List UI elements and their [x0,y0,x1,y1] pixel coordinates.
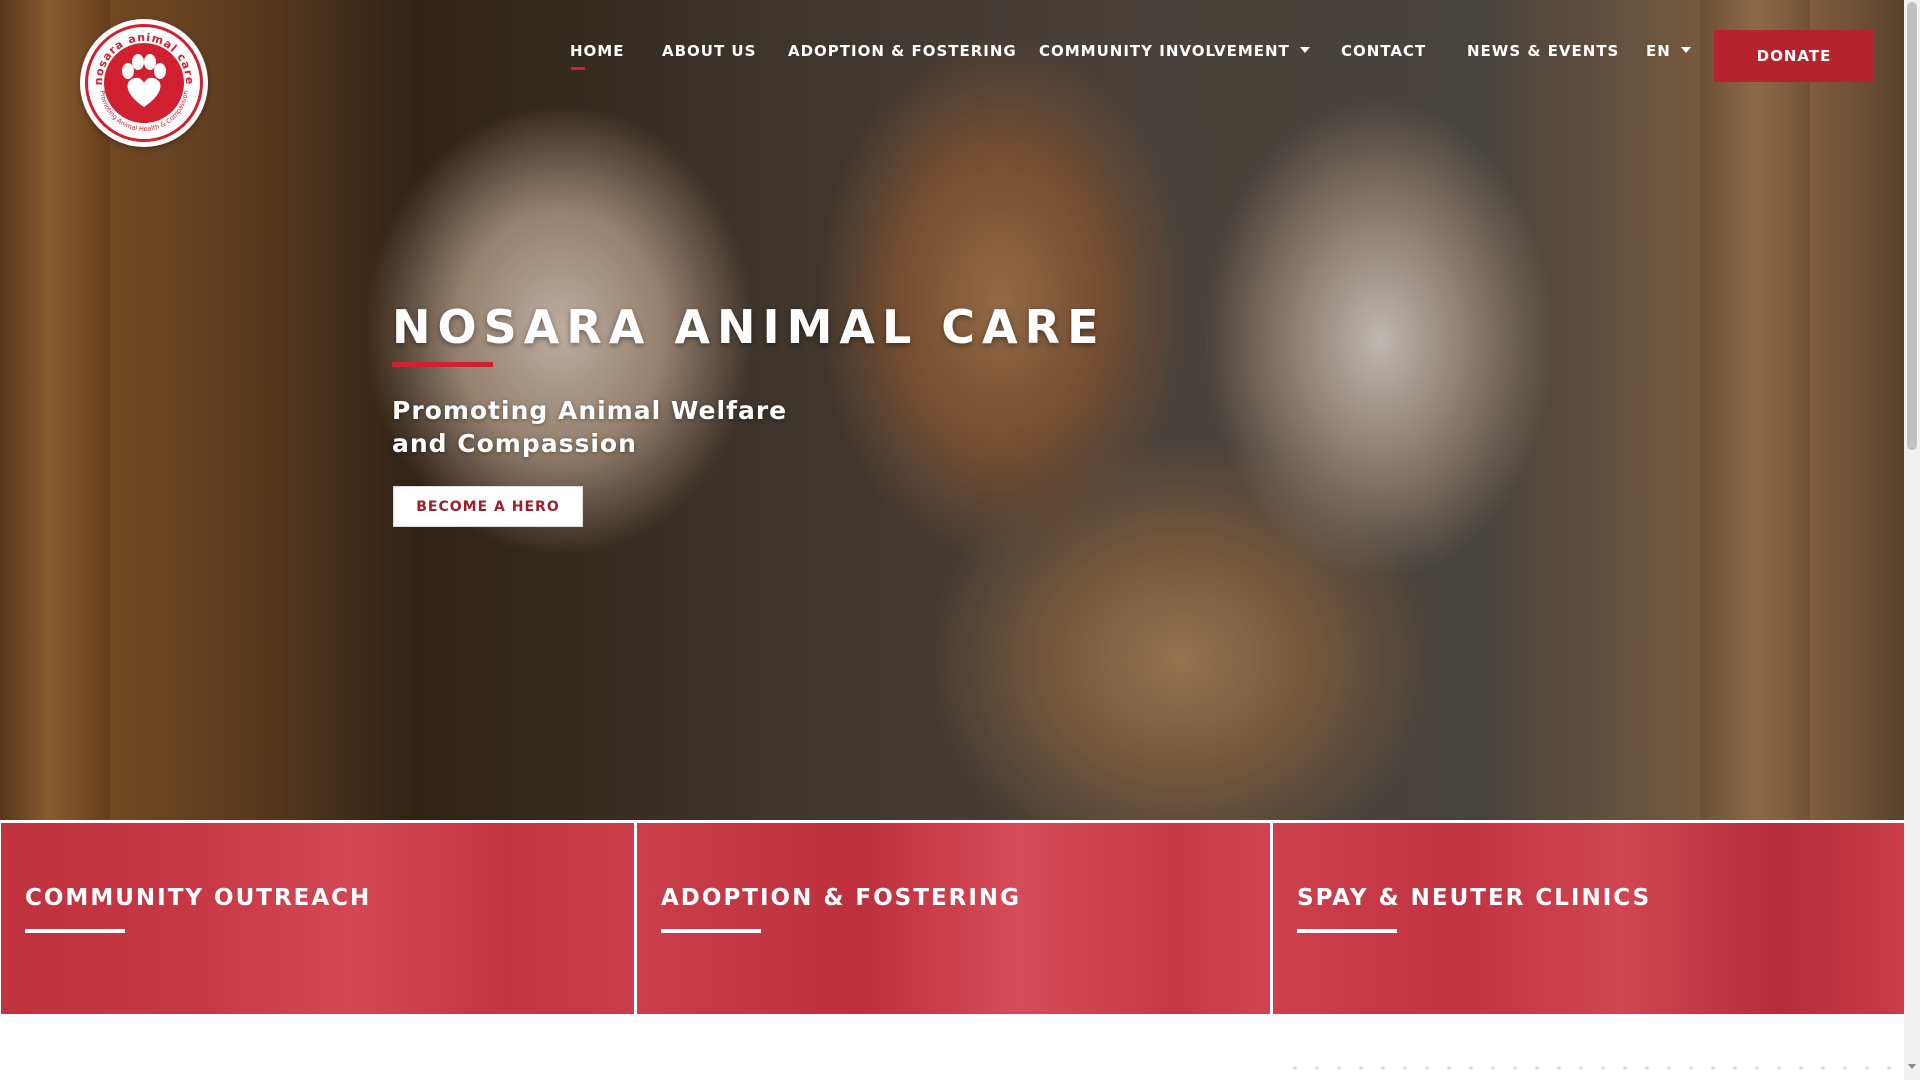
nav-contact-label: CONTACT [1341,42,1427,60]
nav-home[interactable]: HOME [570,42,624,60]
nav-community-involvement[interactable]: COMMUNITY INVOLVEMENT [1039,42,1310,60]
nav-language[interactable]: EN [1646,42,1691,60]
feature-underline [661,929,761,933]
feature-underline [25,929,125,933]
feature-title: SPAY & NEUTER CLINICS [1297,885,1652,911]
tile-overlay [637,823,1270,1014]
hero-subtitle: Promoting Animal Welfare and Compassion [392,396,788,458]
nav-contact[interactable]: CONTACT [1341,42,1426,60]
caret-down-icon [1299,46,1310,53]
site-logo[interactable]: nosara animal care Promoting Animal Heal… [80,19,208,147]
nav-adoption-fostering[interactable]: ADOPTION & FOSTERING [788,42,1017,60]
nav-community-label: COMMUNITY INVOLVEMENT [1039,42,1290,60]
nav-news-label: NEWS & EVENTS [1467,42,1620,60]
feature-tile-adoption-fostering[interactable]: ADOPTION & FOSTERING [637,823,1270,1014]
logo-text-top: nosara animal care [92,31,195,86]
feature-title: ADOPTION & FOSTERING [661,885,1022,911]
hero-title: NOSARA ANIMAL CARE [392,300,1106,354]
feature-tile-spay-neuter-clinics[interactable]: SPAY & NEUTER CLINICS [1273,823,1906,1014]
nav-active-indicator [571,67,585,70]
feature-underline [1297,929,1397,933]
nav-home-label: HOME [570,42,625,60]
svg-text:nosara animal care: nosara animal care [92,31,196,86]
hero-banner [0,0,1904,820]
nav-language-label: EN [1646,42,1671,60]
feature-title: COMMUNITY OUTREACH [25,885,372,911]
paw-heart-icon: nosara animal care Promoting Animal Heal… [92,31,196,133]
decorative-dots [1284,1064,1904,1072]
scrollbar-thumb[interactable] [1907,2,1917,450]
donate-button[interactable]: DONATE [1714,30,1874,82]
nav-about-us[interactable]: ABOUT US [662,42,756,60]
become-a-hero-button[interactable]: BECOME A HERO [393,486,583,527]
nav-about-us-label: ABOUT US [662,42,757,60]
hero-title-underline [392,362,493,367]
tile-overlay [1273,823,1906,1014]
feature-tile-community-outreach[interactable]: COMMUNITY OUTREACH [1,823,634,1014]
nav-adoption-label: ADOPTION & FOSTERING [788,42,1017,60]
nav-news-events[interactable]: NEWS & EVENTS [1467,42,1619,60]
scroll-down-arrow-icon[interactable] [1908,1064,1916,1069]
caret-down-icon [1680,46,1691,53]
hero-shade [0,0,1904,820]
tile-overlay [1,823,634,1014]
